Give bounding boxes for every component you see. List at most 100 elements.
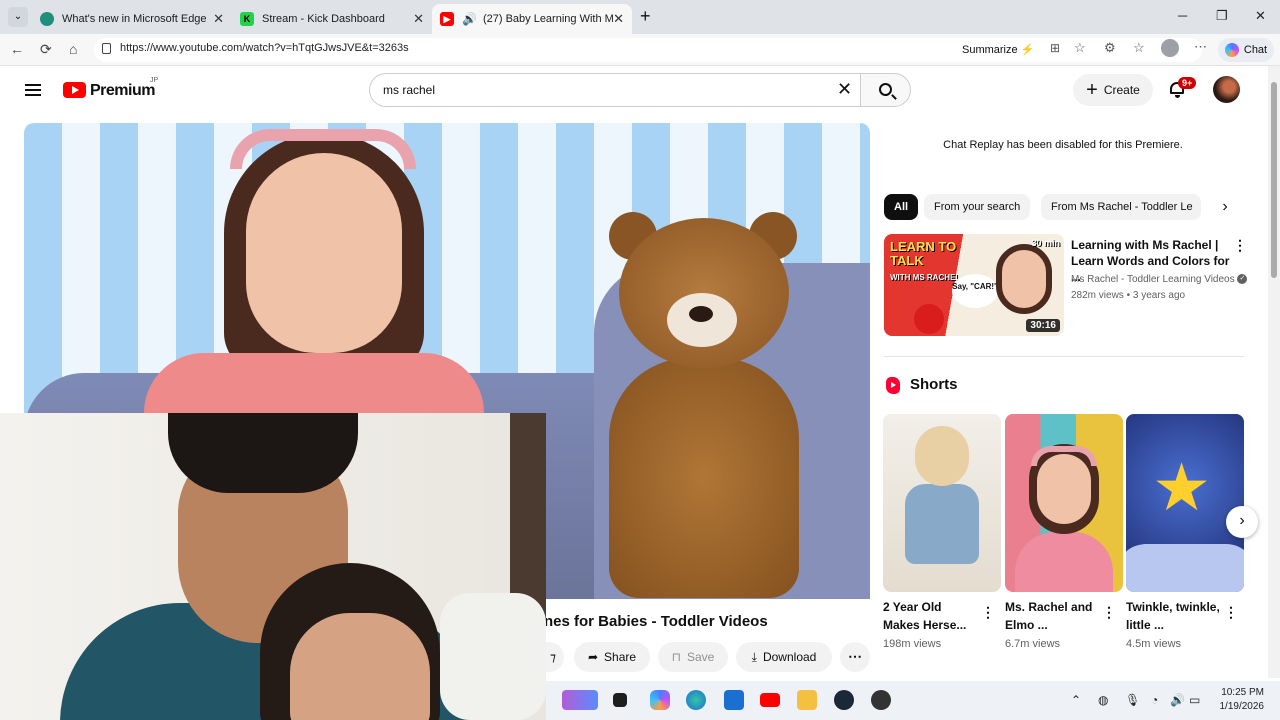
save-button[interactable]: ⊓ Save [658,642,728,672]
windows-taskbar: ⌃ ◍ 🎙 ◔ 🔊 ▭ [546,681,1280,720]
favorite-star-icon[interactable]: ☆ [1074,40,1086,56]
shorts-heading: Shorts [910,376,958,393]
download-button[interactable]: ⤓ Download [736,642,832,672]
chip-from-search[interactable]: From your search [924,194,1031,220]
short-title[interactable]: Twinkle, twinkle, little ... [1126,598,1222,634]
widgets-icon[interactable] [562,690,598,710]
copilot-chat-button[interactable]: Chat [1218,38,1274,62]
network-app-icon[interactable]: ◍ [1098,693,1108,707]
back-arrow-icon[interactable]: ← [10,41,24,57]
video-options-icon[interactable]: ⋮ [1233,238,1247,252]
search-query-text: ms rachel [383,83,436,97]
create-label: Create [1103,83,1140,97]
short-views: 6.7m views [1005,638,1061,650]
short-title[interactable]: 2 Year Old Makes Herse... [883,598,979,634]
video-duration: 30:16 [1026,319,1060,332]
close-tab-icon[interactable]: ✕ [613,11,624,27]
menu-hamburger-icon[interactable] [25,84,41,96]
obs-icon[interactable] [871,690,891,710]
show-hidden-icons-chevron-icon[interactable]: ⌃ [1071,693,1081,707]
new-tab-plus-icon[interactable]: + [640,6,651,27]
favorites-icon[interactable]: ☆ [1133,40,1145,56]
battery-icon[interactable]: ▭ [1189,693,1200,707]
maximize-icon[interactable]: ❐ [1216,8,1228,24]
more-menu-icon[interactable]: ⋯ [1194,39,1207,55]
tab-youtube-active[interactable]: ▶ 🔊 (27) Baby Learning With Ms Rachel ✕ [432,4,632,34]
youtube-premium-logo[interactable]: Premium [90,82,155,100]
search-input[interactable] [369,73,861,107]
short-options-icon[interactable]: ⋮ [981,605,995,619]
copilot-icon [1224,43,1239,57]
tab-title: (27) Baby Learning With Ms Rachel [482,13,613,25]
close-window-icon[interactable]: ✕ [1255,8,1266,24]
steam-icon[interactable] [834,690,854,710]
microphone-icon[interactable]: 🎙 [1125,693,1140,707]
volume-icon[interactable]: 🔊 [1170,693,1185,707]
related-video-thumbnail[interactable]: LEARN TO TALK WITH MS RACHEL Say, "CAR!" … [884,234,1064,336]
lock-icon[interactable] [102,43,111,54]
download-label: Download [762,650,817,664]
scrollbar-thumb[interactable] [1271,82,1277,278]
close-tab-icon[interactable]: ✕ [213,11,224,27]
taskbar-clock[interactable]: 10:25 PM 1/19/2026 [1212,686,1265,714]
minutes-badge: 30 min [1031,238,1060,248]
chip-all[interactable]: All [884,194,919,220]
edge-taskbar-icon[interactable] [686,690,706,710]
summarize-icon: ⚡ [1020,44,1035,56]
short-title[interactable]: Ms. Rachel and Elmo ... [1005,598,1101,634]
related-video-meta: Ms Rachel - Toddler Learning Videos ✓ 28… [1071,272,1248,304]
youtube-logo-icon[interactable] [63,82,86,98]
extensions-icon[interactable]: ⚙ [1104,40,1116,56]
page-scrollbar[interactable] [1268,66,1280,678]
short-thumbnail[interactable] [883,414,1001,592]
wifi-icon[interactable]: ◔ [1151,693,1158,707]
short-thumbnail[interactable] [1005,414,1123,592]
presenter-face [246,153,402,353]
tab-kick-dashboard[interactable]: K Stream - Kick Dashboard ✕ [232,4,432,34]
short-thumbnail[interactable]: ★ [1126,414,1244,592]
chat-replay-message: Chat Replay has been disabled for this P… [943,139,1183,151]
edge-icon [40,12,54,26]
tab-actions-chevron-icon[interactable]: ⌄ [8,7,28,27]
minimize-icon[interactable]: ─ [1178,8,1187,23]
account-avatar[interactable] [1213,76,1240,103]
share-button[interactable]: ➦ Share [574,642,650,672]
youtube-icon: ▶ [440,12,454,26]
tab-edge-news[interactable]: What's new in Microsoft Edge ✕ [32,4,232,34]
copilot-app-icon[interactable] [650,690,670,710]
short-options-icon[interactable]: ⋮ [1102,605,1116,619]
channel-name[interactable]: Ms Rachel - Toddler Learning Videos ✓ [1071,272,1248,288]
short-options-icon[interactable]: ⋮ [1224,605,1238,619]
webcam-overlay [0,413,546,720]
summarize-label: Summarize [962,44,1018,56]
search-button[interactable] [860,73,911,107]
save-label: Save [687,650,715,664]
divider [884,356,1244,357]
create-button[interactable]: + Create [1073,74,1153,106]
summarize-button[interactable]: Summarize ⚡ [962,43,1034,56]
tab-title: What's new in Microsoft Edge [62,13,207,25]
browser-tabstrip: ⌄ What's new in Microsoft Edge ✕ K Strea… [0,0,1280,34]
youtube-app-icon[interactable] [760,693,780,707]
store-icon[interactable] [724,690,744,710]
presenter-face [996,244,1052,314]
clear-search-icon[interactable]: ✕ [837,79,852,100]
chevron-right-icon[interactable]: › [1212,194,1238,220]
home-icon[interactable]: ⌂ [69,41,77,57]
screen: ⌄ What's new in Microsoft Edge ✕ K Strea… [0,0,1280,720]
file-explorer-icon[interactable] [797,690,817,710]
speaker-icon[interactable]: 🔊 [462,12,477,26]
chip-from-channel[interactable]: From Ms Rachel - Toddler Le [1041,194,1201,220]
verified-icon: ✓ [1237,274,1248,285]
task-view-icon[interactable] [613,693,627,707]
shorts-next-chevron-icon[interactable]: › [1226,506,1258,538]
ball-graphic [914,304,944,334]
kick-icon: K [240,12,254,26]
more-actions-icon[interactable]: ⋯ [840,642,870,672]
close-tab-icon[interactable]: ✕ [413,11,424,27]
refresh-icon[interactable]: ⟳ [40,41,52,58]
teddy-bear-graphic [609,212,799,598]
child-face [290,613,430,720]
apps-icon[interactable]: ⊞ [1050,41,1060,55]
profile-icon[interactable] [1161,39,1179,57]
